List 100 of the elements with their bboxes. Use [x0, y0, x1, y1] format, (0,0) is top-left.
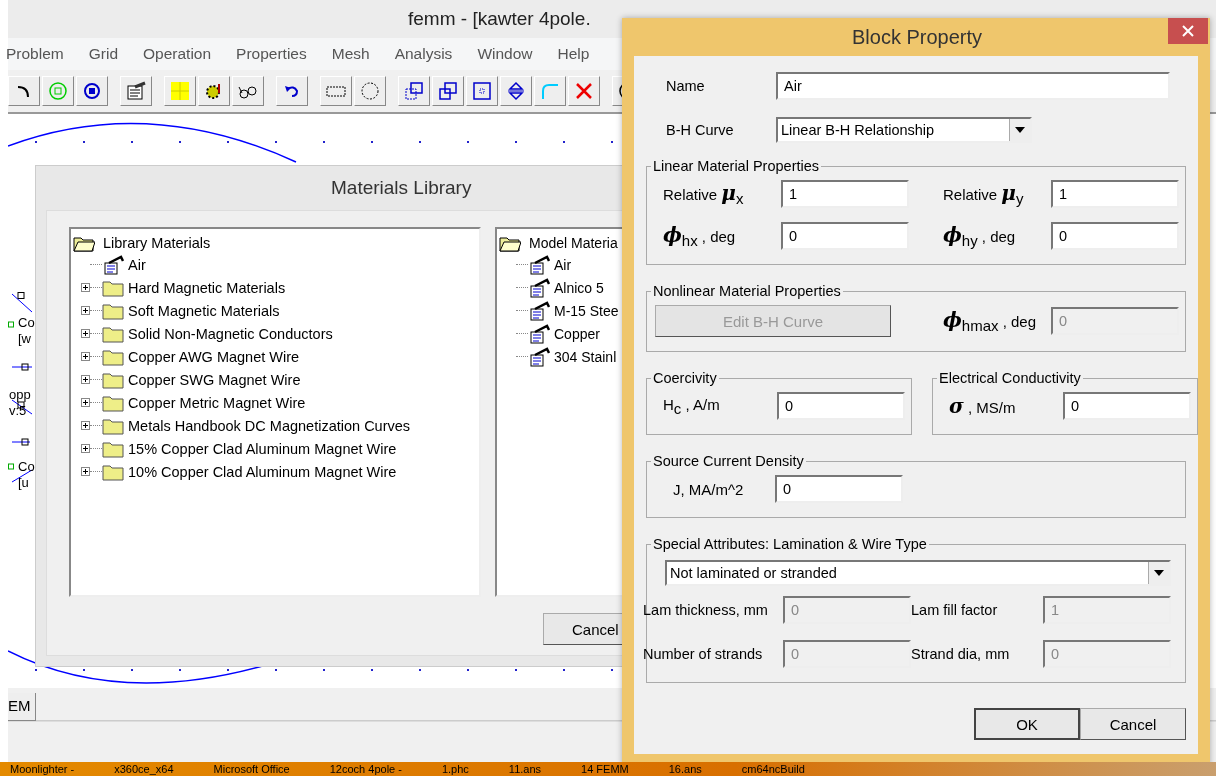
expand-icon[interactable] [81, 467, 90, 476]
gear-icon[interactable] [198, 76, 230, 106]
tree-item[interactable]: Hard Magnetic Materials [128, 279, 286, 296]
tree-item[interactable]: Alnico 5 [554, 279, 604, 296]
menu-item[interactable]: Properties [236, 45, 320, 63]
field-label: Lam thickness, mm [643, 602, 769, 618]
expand-icon[interactable] [81, 352, 90, 361]
properties-icon[interactable] [120, 76, 152, 106]
tree-item[interactable]: Metals Handbook DC Magnetization Curves [128, 417, 411, 434]
expand-icon[interactable] [81, 306, 90, 315]
number-field[interactable]: 1 [781, 180, 909, 208]
dropdown-arrow-icon[interactable] [1015, 127, 1025, 133]
expand-icon[interactable] [81, 444, 90, 453]
ok-button[interactable]: OK [974, 708, 1080, 740]
folder-icon [102, 393, 124, 412]
folder-icon [102, 324, 124, 343]
field-label: B-H Curve [666, 122, 735, 138]
taskbar-button[interactable]: 16.ans [668, 763, 702, 775]
canvas-label: v:5 [9, 403, 27, 418]
field-label: Number of strands [643, 646, 764, 662]
tree-item[interactable]: Solid Non-Magnetic Conductors [128, 325, 333, 342]
taskbar-button[interactable]: 12coch 4pole - [329, 763, 402, 775]
menu-item[interactable]: Window [477, 45, 546, 63]
number-field[interactable]: 0 [1051, 222, 1179, 250]
close-button[interactable] [1168, 18, 1208, 44]
field-label: Name [666, 78, 706, 94]
menu-item[interactable]: Problem [6, 45, 77, 63]
tree-root-label[interactable]: Library Materials [103, 235, 211, 251]
material-icon [528, 323, 550, 344]
tree-item[interactable]: Copper [554, 325, 600, 342]
expand-icon[interactable] [81, 375, 90, 384]
menu-item[interactable]: Mesh [331, 45, 383, 63]
tree-item[interactable]: Copper Metric Magnet Wire [128, 394, 306, 411]
number-field[interactable]: 1 [1051, 180, 1179, 208]
window-title: femm - [kawter 4pole. [408, 8, 591, 30]
number-field[interactable]: 0 [781, 222, 909, 250]
taskbar-button[interactable]: cm64ncBuild [741, 763, 805, 775]
field-label: J, MA/m^2 [672, 480, 745, 498]
menu-item[interactable]: Grid [88, 45, 131, 63]
lamination-dropdown[interactable]: Not laminated or stranded [665, 560, 1171, 586]
expand-icon[interactable] [81, 421, 90, 430]
zoom-out-icon[interactable] [432, 76, 464, 106]
material-icon [528, 254, 550, 275]
close-icon [1182, 25, 1194, 37]
tree-item[interactable]: 15% Copper Clad Aluminum Magnet Wire [128, 440, 397, 457]
rectangle-select-icon[interactable] [320, 76, 352, 106]
taskbar-button[interactable]: 1.phc [441, 763, 469, 775]
number-field[interactable]: 0 [777, 392, 905, 420]
node-icon[interactable] [76, 76, 108, 106]
menu-item[interactable]: Analysis [394, 45, 466, 63]
menu-item[interactable]: Help [557, 45, 603, 63]
number-field[interactable]: 0 [775, 475, 903, 503]
mirror-icon[interactable] [500, 76, 532, 106]
canvas-label: Co [18, 459, 35, 474]
menu-item[interactable]: Operation [143, 45, 225, 63]
field-label: ϕ$_{hy}$ , deg [942, 223, 1017, 249]
field-label: ϕ$_{hmax}$ , deg [942, 308, 1038, 334]
tree-item[interactable]: Copper AWG Magnet Wire [128, 348, 300, 365]
undo-icon[interactable] [276, 76, 308, 106]
folder-icon [102, 439, 124, 458]
folder-icon [102, 347, 124, 366]
document-tab[interactable]: EM [8, 693, 36, 721]
tree-item[interactable]: Copper SWG Magnet Wire [128, 371, 301, 388]
group-title: Special Attributes: Lamination & Wire Type [652, 536, 928, 552]
taskbar-button[interactable]: x360ce_x64 [114, 763, 174, 775]
dropdown-arrow-icon[interactable] [1154, 570, 1164, 576]
group-title: Source Current Density [652, 453, 805, 469]
tree-item[interactable]: M-15 Stee [554, 302, 619, 319]
bh-curve-dropdown[interactable]: Linear B-H Relationship [776, 117, 1032, 143]
taskbar-button[interactable]: 11.ans [508, 763, 542, 775]
tree-item[interactable]: Air [128, 256, 146, 273]
tree-root-label[interactable]: Model Materia [529, 235, 618, 251]
field-label: Strand dia, mm [911, 646, 1011, 662]
dialog-title: Materials Library [331, 177, 472, 199]
zoom-window-icon[interactable] [398, 76, 430, 106]
open-folder-icon [499, 234, 521, 252]
delete-icon[interactable] [568, 76, 600, 106]
tree-item[interactable]: 10% Copper Clad Aluminum Magnet Wire [128, 463, 397, 480]
tree-item[interactable]: Air [554, 256, 572, 273]
material-icon [528, 277, 550, 298]
material-icon [528, 300, 550, 321]
expand-icon[interactable] [81, 329, 90, 338]
cancel-button[interactable]: Cancel [1080, 708, 1186, 740]
expand-icon[interactable] [81, 283, 90, 292]
canvas-label: Co [18, 315, 35, 330]
taskbar-button[interactable]: Microsoft Office [213, 763, 290, 775]
glasses-icon[interactable] [232, 76, 264, 106]
tree-item[interactable]: Soft Magnetic Materials [128, 302, 280, 319]
folder-icon [102, 462, 124, 481]
curve-icon[interactable] [8, 76, 40, 106]
taskbar-button[interactable]: Moonlighter - [10, 763, 75, 775]
taskbar-button[interactable]: 14 FEMM [581, 763, 629, 775]
number-field[interactable]: 0 [1063, 392, 1191, 420]
field-label: σ , MS/m [948, 394, 1017, 418]
field-label: Relative μ$_{y}$ [942, 181, 1025, 207]
zoom-fit-icon[interactable] [466, 76, 498, 106]
expand-icon[interactable] [81, 398, 90, 407]
circle-select-icon[interactable] [354, 76, 386, 106]
name-field[interactable]: Air [776, 72, 1170, 100]
tree-item[interactable]: 304 Stainl [554, 348, 617, 365]
